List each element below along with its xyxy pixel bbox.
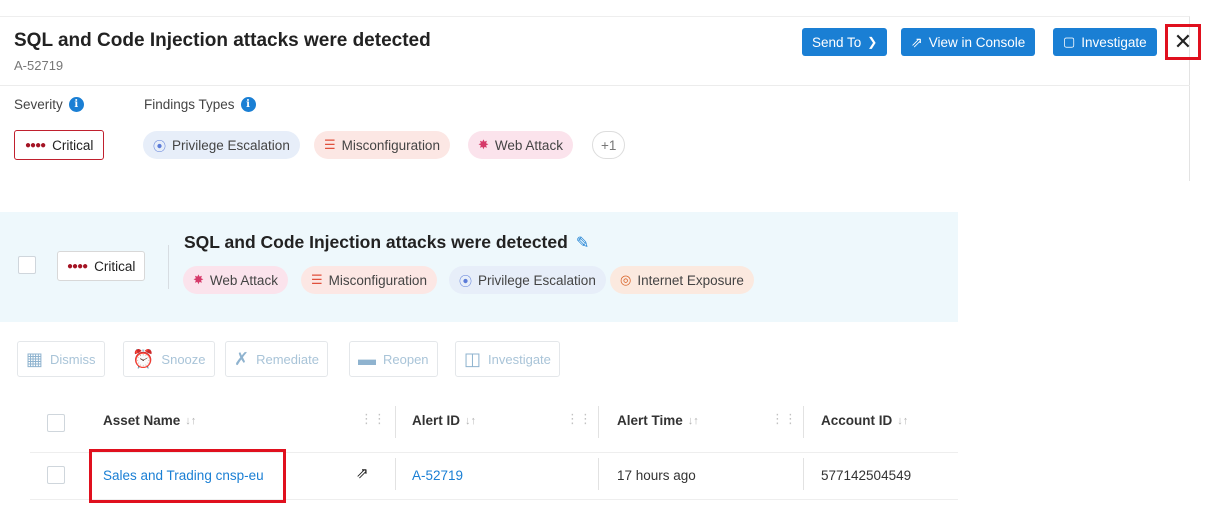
fingerprint-icon: ⦿: [153, 138, 167, 154]
select-all-checkbox[interactable]: [47, 414, 65, 432]
more-findings-count: +1: [601, 137, 617, 153]
card-chip-label: Internet Exposure: [637, 272, 744, 288]
alert-id-link[interactable]: A-52719: [412, 468, 463, 483]
send-to-label: Send To: [812, 34, 862, 50]
column-header-asset-name[interactable]: Asset Name ↓↑: [103, 413, 196, 428]
severity-value: Critical: [52, 137, 94, 153]
row-checkbox[interactable]: [47, 466, 65, 484]
dismiss-label: Dismiss: [50, 351, 96, 367]
fingerprint-icon: ⦿: [459, 273, 473, 289]
card-chip-label: Web Attack: [209, 272, 278, 288]
card-chip-label: Misconfiguration: [328, 272, 427, 288]
sliders-icon: ☰: [324, 137, 336, 152]
highlight-box: [89, 449, 286, 503]
column-divider: [803, 458, 804, 490]
globe-icon: ◎: [620, 272, 632, 287]
info-icon[interactable]: i: [240, 97, 256, 112]
finding-chip-label: Misconfiguration: [341, 137, 440, 153]
card-severity-value: Critical: [94, 258, 136, 274]
alert-id: A-52719: [14, 58, 64, 73]
severity-label: Severity: [14, 97, 63, 112]
sort-icon[interactable]: ↓↑: [688, 415, 699, 427]
more-findings-chip[interactable]: +1: [592, 131, 626, 159]
column-label: Alert ID: [412, 413, 461, 428]
external-link-icon: ⇗: [911, 33, 923, 50]
severity-badge: ●●●● Critical: [14, 130, 105, 160]
card-chip-misconfiguration[interactable]: ☰ Misconfiguration: [301, 266, 437, 294]
card-chip-privilege-escalation[interactable]: ⦿ Privilege Escalation: [449, 266, 606, 294]
column-divider: [598, 458, 599, 490]
folder-icon: ▬: [358, 348, 376, 369]
snooze-label: Snooze: [161, 351, 206, 367]
chevron-down-icon: ❯: [867, 35, 878, 49]
column-drag-handle-icon[interactable]: ⋮⋮: [771, 411, 797, 427]
sort-icon[interactable]: ↓↑: [897, 415, 908, 427]
close-button[interactable]: ✕: [1165, 24, 1201, 60]
card-chip-label: Privilege Escalation: [478, 272, 596, 288]
dismiss-button[interactable]: ▦ Dismiss: [17, 341, 105, 377]
column-header-account-id[interactable]: Account ID ↓↑: [821, 413, 908, 428]
investigate-icon: ▢: [1063, 34, 1076, 49]
sort-icon[interactable]: ↓↑: [465, 415, 476, 427]
sort-icon[interactable]: ↓↑: [185, 415, 196, 427]
column-header-alert-time[interactable]: Alert Time ↓↑: [617, 413, 699, 428]
card-chip-internet-exposure[interactable]: ◎ Internet Exposure: [610, 266, 754, 294]
column-divider: [803, 406, 804, 438]
severity-label-group: Severity i: [14, 97, 84, 112]
finding-chip-misconfiguration[interactable]: ☰ Misconfiguration: [314, 131, 450, 159]
sliders-icon: ☰: [311, 272, 323, 287]
view-in-console-button[interactable]: ⇗ View in Console: [901, 28, 1036, 56]
card-title: SQL and Code Injection attacks were dete…: [184, 232, 568, 252]
dismiss-icon: ▦: [26, 348, 44, 369]
column-divider: [395, 406, 396, 438]
column-drag-handle-icon[interactable]: ⋮⋮: [566, 411, 592, 427]
investigate-button[interactable]: ▢ Investigate: [1053, 28, 1157, 56]
column-header-alert-id[interactable]: Alert ID ↓↑: [412, 413, 476, 428]
column-divider: [598, 406, 599, 438]
investigate-icon: ◫: [464, 348, 482, 369]
column-drag-handle-icon[interactable]: ⋮⋮: [360, 411, 386, 427]
reopen-label: Reopen: [383, 351, 429, 367]
finding-chip-label: Privilege Escalation: [172, 137, 290, 153]
column-divider: [395, 458, 396, 490]
bug-icon: ✸: [193, 272, 204, 287]
reopen-button[interactable]: ▬ Reopen: [349, 341, 438, 377]
account-id-cell: 577142504549: [821, 468, 912, 483]
send-to-button[interactable]: Send To ❯: [802, 28, 888, 56]
findings-types-label: Findings Types: [144, 97, 235, 112]
investigate-label: Investigate: [1081, 34, 1147, 50]
alert-time-cell: 17 hours ago: [617, 468, 696, 483]
investigate-action-label: Investigate: [488, 351, 551, 367]
card-title-group: SQL and Code Injection attacks were dete…: [184, 232, 589, 253]
card-divider: [168, 245, 169, 289]
wrench-icon: ✗: [234, 348, 250, 369]
column-label: Account ID: [821, 413, 893, 428]
page-title: SQL and Code Injection attacks were dete…: [14, 30, 431, 51]
column-label: Asset Name: [103, 413, 181, 428]
finding-chip-label: Web Attack: [494, 137, 563, 153]
investigate-action-button[interactable]: ◫ Investigate: [455, 341, 560, 377]
severity-dots-icon: ●●●●: [67, 260, 88, 272]
finding-chip-privilege-escalation[interactable]: ⦿ Privilege Escalation: [143, 131, 300, 159]
card-chip-web-attack[interactable]: ✸ Web Attack: [183, 266, 288, 294]
severity-dots-icon: ●●●●: [25, 139, 46, 151]
close-icon: ✕: [1173, 29, 1193, 54]
finding-chip-web-attack[interactable]: ✸ Web Attack: [468, 131, 573, 159]
remediate-button[interactable]: ✗ Remediate: [225, 341, 328, 377]
view-in-console-label: View in Console: [928, 34, 1026, 50]
edit-pencil-icon[interactable]: ✎: [576, 233, 589, 253]
header-divider: [0, 85, 1190, 86]
bug-icon: ✸: [478, 137, 489, 152]
info-icon[interactable]: i: [68, 97, 84, 112]
alarm-clock-icon: ⏰: [132, 348, 155, 369]
alert-card-checkbox[interactable]: [18, 256, 36, 274]
external-link-icon[interactable]: ⇗: [356, 464, 369, 482]
findings-label-group: Findings Types i: [144, 97, 256, 112]
remediate-label: Remediate: [256, 351, 319, 367]
column-label: Alert Time: [617, 413, 683, 428]
snooze-button[interactable]: ⏰ Snooze: [123, 341, 215, 377]
card-severity-badge: ●●●● Critical: [57, 251, 146, 281]
